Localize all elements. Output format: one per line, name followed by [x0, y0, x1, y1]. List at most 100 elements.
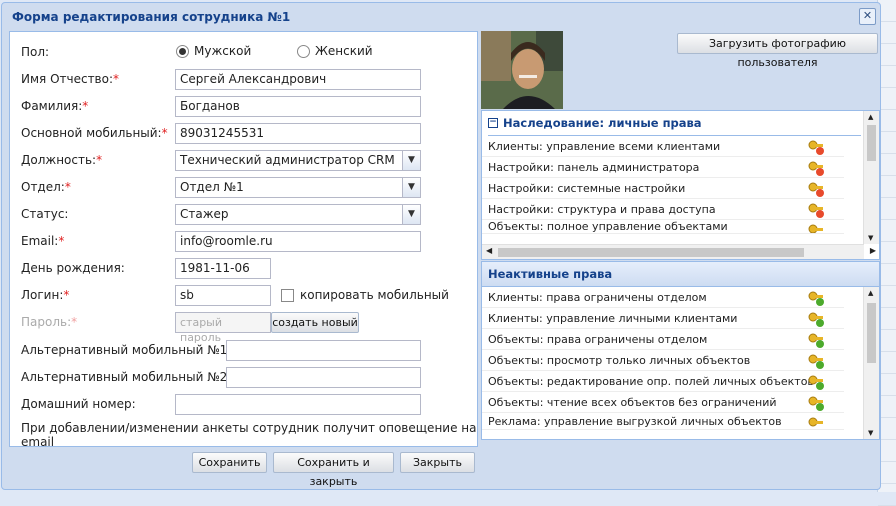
upload-photo-button[interactable]: Загрузить фотографию пользователя [677, 33, 878, 69]
right-label: Объекты: редактирование опр. полей личны… [488, 374, 814, 388]
scroll-down-icon[interactable]: ▼ [868, 429, 873, 437]
key-icon[interactable] [808, 181, 824, 197]
alt-mobile2-input[interactable] [226, 367, 421, 388]
inherited-rights-grid: − Наследование: личные права Клиенты: уп… [481, 110, 880, 260]
key-icon[interactable] [808, 139, 824, 155]
password-label: Пароль:* [21, 315, 78, 329]
key-icon[interactable] [808, 160, 824, 176]
last-name-input[interactable]: Богданов [175, 96, 421, 117]
department-select[interactable]: Отдел №1 ▼ [175, 177, 421, 198]
inherited-vertical-scrollbar[interactable]: ▲ ▼ [863, 111, 879, 244]
collapse-icon[interactable]: − [488, 118, 498, 128]
key-icon[interactable] [808, 223, 824, 234]
status-label: Статус: [21, 207, 69, 221]
last-name-label: Фамилия:* [21, 99, 89, 113]
login-label: Логин:* [21, 288, 70, 302]
login-input[interactable]: sb [175, 285, 271, 306]
key-icon[interactable] [808, 202, 824, 218]
scrollbar-thumb[interactable] [867, 303, 876, 363]
right-label: Объекты: чтение всех объектов без ограни… [488, 395, 777, 409]
gender-label: Пол: [21, 45, 50, 59]
right-label: Настройки: системные настройки [488, 181, 686, 195]
list-item[interactable]: Реклама: управление выгрузкой личных объ… [482, 413, 844, 430]
right-label: Объекты: просмотр только личных объектов [488, 353, 751, 367]
copy-mobile-label: копировать мобильный [300, 288, 449, 302]
position-select[interactable]: Технический администратор CRM ▼ [175, 150, 421, 171]
right-label: Настройки: структура и права доступа [488, 202, 716, 216]
user-photo [481, 31, 563, 109]
copy-mobile-checkbox[interactable]: копировать мобильный [281, 288, 449, 302]
radio-icon [297, 45, 310, 58]
alt-mobile1-label: Альтернативный мобильный №1: [21, 343, 232, 357]
list-item[interactable]: Объекты: редактирование опр. полей личны… [482, 371, 844, 392]
key-add-icon[interactable] [808, 290, 824, 306]
key-add-icon[interactable] [808, 416, 824, 430]
chevron-down-icon[interactable]: ▼ [402, 205, 420, 224]
status-select[interactable]: Стажер ▼ [175, 204, 421, 225]
email-label: Email:* [21, 234, 65, 248]
inherited-horizontal-scrollbar[interactable]: ◀ ▶ [482, 244, 876, 259]
home-phone-label: Домашний номер: [21, 397, 136, 411]
list-item[interactable]: Объекты: полное управление объектами [482, 220, 844, 234]
right-label: Настройки: панель администратора [488, 160, 700, 174]
scroll-left-icon[interactable]: ◀ [486, 246, 492, 255]
chevron-down-icon[interactable]: ▼ [402, 151, 420, 170]
right-label: Клиенты: управление всеми клиентами [488, 139, 721, 153]
key-add-icon[interactable] [808, 311, 824, 327]
inactive-vertical-scrollbar[interactable]: ▲ ▼ [863, 287, 879, 439]
key-add-icon[interactable] [808, 395, 824, 411]
mobile-label: Основной мобильный:* [21, 126, 168, 140]
list-item[interactable]: Настройки: панель администратора [482, 157, 844, 178]
list-item[interactable]: Настройки: системные настройки [482, 178, 844, 199]
department-value: Отдел №1 [180, 180, 244, 194]
close-icon[interactable]: ✕ [859, 8, 876, 25]
gender-male-radio[interactable]: Мужской [176, 44, 251, 58]
save-close-button[interactable]: Сохранить и закрыть [273, 452, 394, 488]
chevron-down-icon[interactable]: ▼ [402, 178, 420, 197]
email-input[interactable]: info@roomle.ru [175, 231, 421, 252]
inactive-rights-title: Неактивные права [488, 267, 613, 281]
scroll-up-icon[interactable]: ▲ [868, 113, 873, 121]
employee-form: Пол: Мужской Женский Имя Отчество:* Серг… [9, 31, 478, 449]
position-label: Должность:* [21, 153, 103, 167]
inherited-rights-title: Наследование: личные права [503, 116, 702, 130]
home-phone-input[interactable] [175, 394, 421, 415]
alt-mobile2-label: Альтернативный мобильный №2: [21, 370, 232, 384]
inherited-rights-header[interactable]: − Наследование: личные права [482, 111, 879, 135]
password-input[interactable]: старый пароль [175, 312, 271, 344]
gender-male-label: Мужской [194, 44, 252, 58]
birthday-label: День рождения: [21, 261, 125, 275]
status-value: Стажер [180, 207, 229, 221]
gender-female-radio[interactable]: Женский [297, 44, 373, 58]
list-item[interactable]: Клиенты: управление личными клиентами [482, 308, 844, 329]
list-item[interactable]: Клиенты: управление всеми клиентами [482, 136, 844, 157]
mobile-input[interactable]: 89031245531 [175, 123, 421, 144]
create-password-button[interactable]: создать новый [271, 312, 359, 333]
list-item[interactable]: Клиенты: права ограничены отделом [482, 287, 844, 308]
list-item[interactable]: Объекты: чтение всех объектов без ограни… [482, 392, 844, 413]
scroll-down-icon[interactable]: ▼ [868, 234, 873, 242]
key-add-icon[interactable] [808, 374, 824, 390]
list-item[interactable]: Настройки: структура и права доступа [482, 199, 844, 220]
scrollbar-thumb[interactable] [867, 125, 876, 161]
rights-panel: Загрузить фотографию пользователя − Насл… [481, 31, 880, 447]
list-item[interactable]: Объекты: права ограничены отделом [482, 329, 844, 350]
employee-edit-window: Форма редактирования сотрудника №1 ✕ Пол… [1, 2, 881, 490]
close-button[interactable]: Закрыть [400, 452, 475, 473]
scrollbar-thumb[interactable] [498, 248, 804, 257]
email-notice: При добавлении/изменении анкеты сотрудни… [21, 421, 477, 449]
key-add-icon[interactable] [808, 353, 824, 369]
birthday-input[interactable]: 1981-11-06 [175, 258, 271, 279]
radio-selected-icon [176, 45, 189, 58]
inactive-rights-header: Неактивные права [482, 262, 879, 287]
scroll-up-icon[interactable]: ▲ [868, 289, 873, 297]
save-button[interactable]: Сохранить [192, 452, 267, 473]
user-photo-image [481, 31, 563, 109]
alt-mobile1-input[interactable] [226, 340, 421, 361]
list-item[interactable]: Объекты: просмотр только личных объектов [482, 350, 844, 371]
department-label: Отдел:* [21, 180, 71, 194]
key-add-icon[interactable] [808, 332, 824, 348]
first-middle-name-input[interactable]: Сергей Александрович [175, 69, 421, 90]
inactive-rights-grid: Неактивные права Клиенты: права ограниче… [481, 261, 880, 440]
scroll-right-icon[interactable]: ▶ [870, 246, 876, 255]
